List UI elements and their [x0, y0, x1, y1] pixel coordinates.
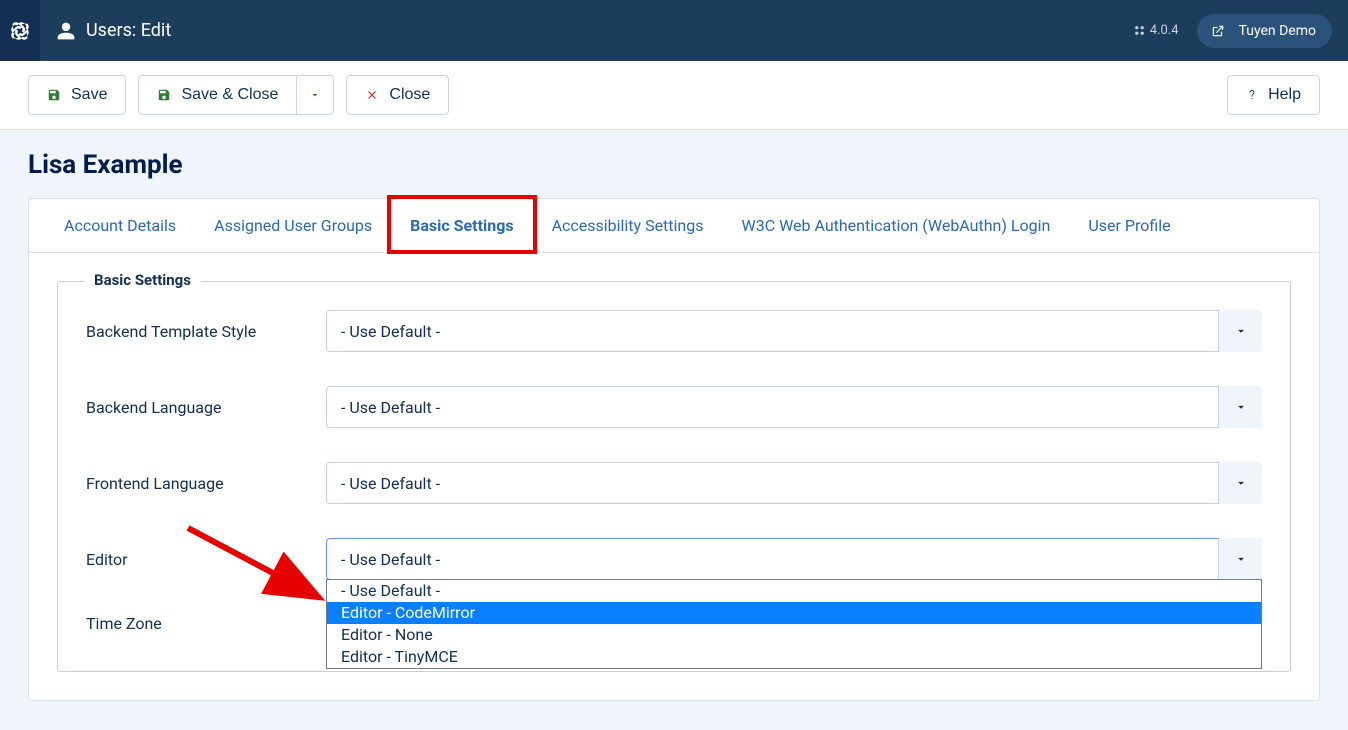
external-link-icon — [1207, 20, 1229, 42]
control-backend-template-style: - Use Default - — [326, 310, 1262, 352]
tab-basic-settings[interactable]: Basic Settings — [391, 199, 532, 252]
editor-option[interactable]: Editor - CodeMirror — [327, 602, 1261, 624]
row-editor: Editor - Use Default - - Use Default -Ed… — [86, 538, 1262, 580]
close-button[interactable]: Close — [346, 75, 449, 115]
tab-assigned-user-groups[interactable]: Assigned User Groups — [195, 199, 391, 252]
page-title-text: Users: Edit — [86, 20, 171, 41]
fieldset-legend: Basic Settings — [84, 271, 201, 289]
tab-account-details[interactable]: Account Details — [45, 199, 195, 252]
header-right: 4.0.4 Tuyen Demo — [1133, 14, 1332, 48]
basic-settings-fieldset: Basic Settings Backend Template Style - … — [57, 281, 1291, 672]
control-frontend-language: - Use Default - — [326, 462, 1262, 504]
save-icon — [47, 88, 61, 102]
page-title: Users: Edit — [56, 20, 171, 41]
user-icon — [56, 21, 76, 41]
save-dropdown-toggle[interactable] — [296, 75, 334, 115]
tab-accessibility-settings[interactable]: Accessibility Settings — [533, 199, 723, 252]
question-icon — [1246, 86, 1258, 104]
editor-option[interactable]: Editor - None — [327, 624, 1261, 646]
select-editor[interactable]: - Use Default - — [326, 538, 1262, 580]
select-backend-template-style[interactable]: - Use Default - — [326, 310, 1262, 352]
label-editor: Editor — [86, 550, 326, 569]
editor-option[interactable]: - Use Default - — [327, 580, 1261, 602]
label-backend-language: Backend Language — [86, 398, 326, 417]
tabs: Account DetailsAssigned User GroupsBasic… — [29, 199, 1319, 253]
help-button[interactable]: Help — [1227, 75, 1320, 115]
joomla-icon — [9, 20, 31, 42]
chevron-down-icon — [1218, 462, 1262, 504]
header-left: Users: Edit — [16, 0, 171, 61]
row-frontend-language: Frontend Language - Use Default - — [86, 462, 1262, 504]
control-editor: - Use Default - - Use Default -Editor - … — [326, 538, 1262, 580]
row-backend-template-style: Backend Template Style - Use Default - — [86, 310, 1262, 352]
row-backend-language: Backend Language - Use Default - — [86, 386, 1262, 428]
save-close-group: Save & Close — [138, 75, 334, 115]
save-icon — [157, 88, 171, 102]
chevron-down-icon — [1218, 386, 1262, 428]
save-button[interactable]: Save — [28, 75, 126, 115]
chevron-down-icon — [1218, 310, 1262, 352]
tab-w3c-web-authentication-webauthn-login[interactable]: W3C Web Authentication (WebAuthn) Login — [723, 199, 1070, 252]
label-frontend-language: Frontend Language — [86, 474, 326, 493]
user-menu[interactable]: Tuyen Demo — [1197, 14, 1332, 48]
editor-option[interactable]: Editor - TinyMCE — [327, 646, 1261, 668]
tab-user-profile[interactable]: User Profile — [1069, 199, 1189, 252]
chevron-down-icon — [1218, 538, 1262, 580]
control-backend-language: - Use Default - — [326, 386, 1262, 428]
label-backend-template-style: Backend Template Style — [86, 322, 326, 341]
tabs-container: Account DetailsAssigned User GroupsBasic… — [28, 198, 1320, 701]
select-frontend-language[interactable]: - Use Default - — [326, 462, 1262, 504]
toolbar: Save Save & Close Close Help — [0, 61, 1348, 130]
page-heading: Lisa Example — [28, 130, 1320, 198]
editor-dropdown: - Use Default -Editor - CodeMirrorEditor… — [326, 579, 1262, 669]
version-label: 4.0.4 — [1133, 23, 1179, 38]
user-name: Tuyen Demo — [1239, 23, 1316, 39]
admin-header: Users: Edit 4.0.4 Tuyen Demo — [0, 0, 1348, 61]
content-area: Lisa Example Account DetailsAssigned Use… — [0, 130, 1348, 730]
close-icon — [365, 88, 379, 102]
joomla-small-icon — [1133, 24, 1146, 37]
save-close-button[interactable]: Save & Close — [138, 75, 296, 115]
select-backend-language[interactable]: - Use Default - — [326, 386, 1262, 428]
chevron-down-icon — [309, 89, 321, 101]
joomla-logo[interactable] — [0, 0, 40, 61]
label-time-zone: Time Zone — [86, 614, 326, 633]
